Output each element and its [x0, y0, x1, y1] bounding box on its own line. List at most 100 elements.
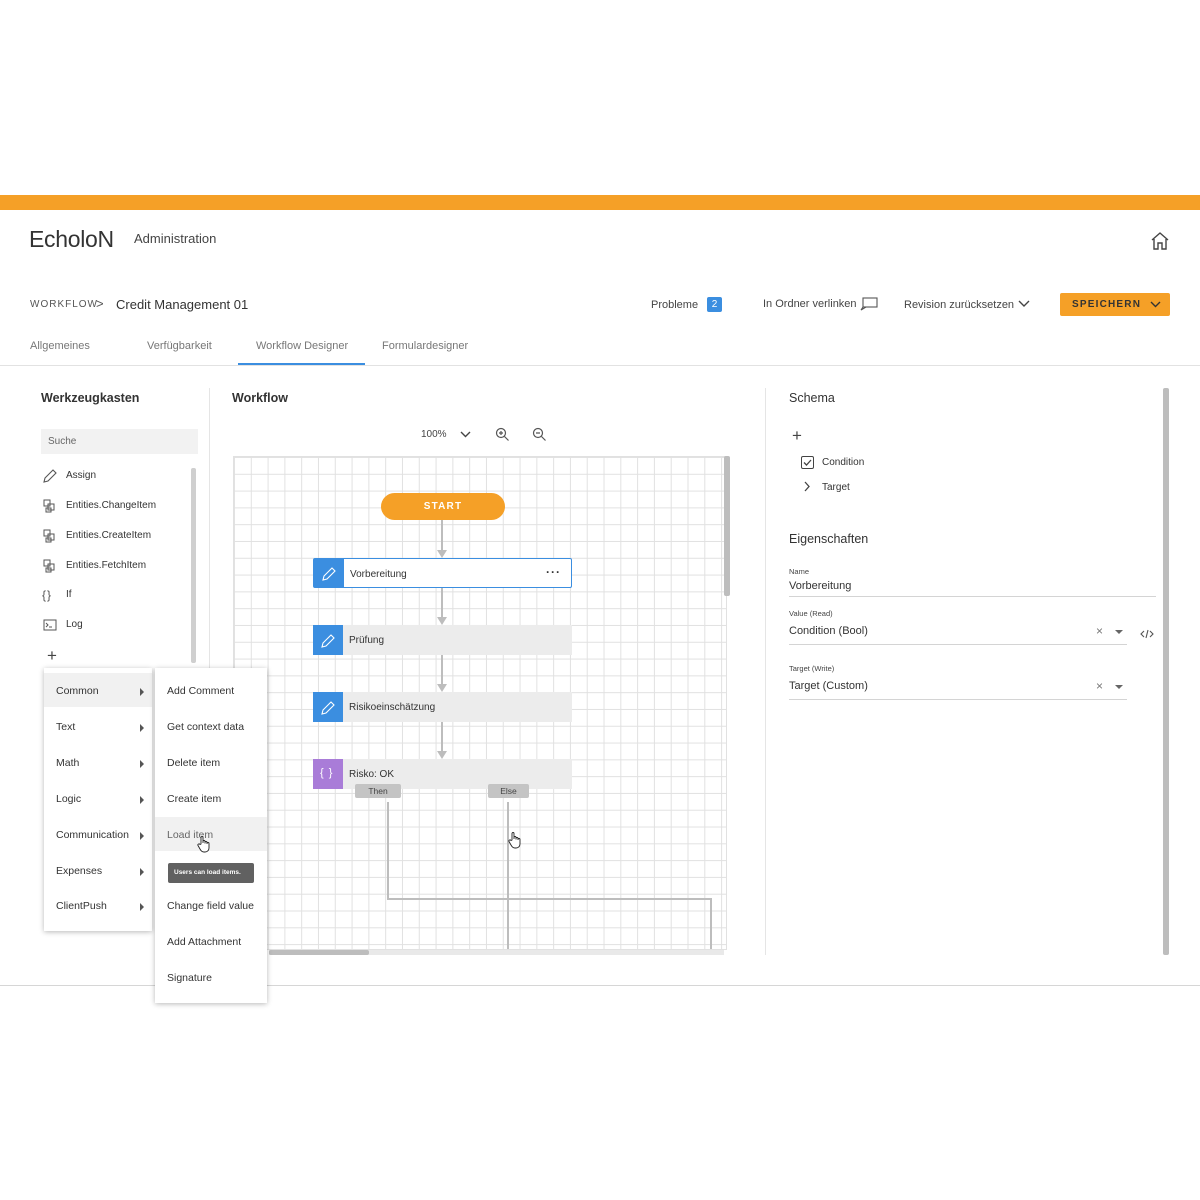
- tool-label: Log: [66, 619, 83, 630]
- checkbox-checked-icon[interactable]: [801, 456, 814, 469]
- revision-reset-button[interactable]: Revision zurücksetzen: [904, 299, 1014, 311]
- braces-icon: {}: [42, 588, 53, 602]
- home-icon[interactable]: [1150, 231, 1170, 251]
- value-field-underline: [789, 644, 1127, 645]
- submenu-add-attachment[interactable]: Add Attachment: [155, 924, 267, 958]
- more-options-icon[interactable]: ···: [546, 565, 561, 579]
- properties-title: Eigenschaften: [789, 532, 869, 546]
- properties-scrollbar[interactable]: [1163, 388, 1169, 955]
- pencil-icon: [314, 559, 344, 587]
- schema-title: Schema: [789, 391, 835, 405]
- menu-item-communication[interactable]: Communication: [44, 817, 152, 851]
- branch-else-tag[interactable]: Else: [488, 784, 529, 798]
- problems-link[interactable]: Probleme: [651, 299, 698, 311]
- app-subtitle: Administration: [134, 231, 217, 246]
- node-pruefung[interactable]: Prüfung: [313, 625, 572, 655]
- load-item-tooltip: Users can load items.: [168, 863, 254, 883]
- chevron-down-icon[interactable]: [1150, 300, 1161, 309]
- submenu-add-comment[interactable]: Add Comment: [155, 673, 267, 707]
- caret-right-icon: [140, 796, 144, 804]
- chevron-down-icon[interactable]: [1018, 299, 1030, 309]
- tool-label: Entities.ChangeItem: [66, 500, 157, 511]
- value-field-caption: Value (Read): [789, 609, 833, 618]
- add-schema-button[interactable]: +: [792, 426, 802, 446]
- node-risko-ok[interactable]: { } Risko: OK: [313, 759, 572, 789]
- chevron-down-icon[interactable]: [460, 430, 471, 439]
- schema-item-target[interactable]: Target: [822, 482, 850, 493]
- name-field-underline: [789, 596, 1156, 597]
- save-button[interactable]: SPEICHERN: [1060, 293, 1170, 316]
- workflow-canvas[interactable]: START Vorbereitung ··· Prüfung Risikoein…: [233, 456, 727, 950]
- menu-item-clientpush[interactable]: ClientPush: [44, 888, 152, 922]
- tool-entities-fetchitem[interactable]: Entities.FetchItem: [42, 557, 187, 575]
- start-node[interactable]: START: [381, 493, 505, 520]
- pencil-icon: [43, 469, 57, 483]
- menu-item-label: Logic: [56, 793, 82, 805]
- zoom-level[interactable]: 100%: [421, 429, 447, 440]
- save-button-label: SPEICHERN: [1072, 299, 1142, 310]
- tab-formulardesigner[interactable]: Formulardesigner: [382, 340, 468, 352]
- menu-item-label: Signature: [167, 972, 212, 984]
- search-placeholder: Suche: [48, 436, 77, 447]
- tooltip-text: Users can load items.: [174, 869, 241, 876]
- workflow-title: Workflow: [232, 391, 289, 405]
- breadcrumb-workflow[interactable]: WORKFLOW: [30, 299, 98, 310]
- target-field-caption: Target (Write): [789, 664, 835, 673]
- submenu-signature[interactable]: Signature: [155, 960, 267, 994]
- braces-icon: { }: [313, 759, 343, 789]
- tab-allgemeines[interactable]: Allgemeines: [30, 340, 90, 352]
- tool-assign[interactable]: Assign: [42, 467, 187, 485]
- link-folder-button[interactable]: In Ordner verlinken: [763, 298, 857, 310]
- menu-item-math[interactable]: Math: [44, 745, 152, 779]
- menu-item-logic[interactable]: Logic: [44, 781, 152, 815]
- tool-entities-changeitem[interactable]: Entities.ChangeItem: [42, 497, 187, 515]
- submenu-delete-item[interactable]: Delete item: [155, 745, 267, 779]
- canvas-horizontal-scrollbar[interactable]: [269, 950, 369, 955]
- clear-icon[interactable]: ×: [1096, 624, 1103, 638]
- zoom-out-icon[interactable]: [532, 427, 547, 442]
- chevron-right-icon[interactable]: [803, 481, 811, 492]
- menu-item-label: Math: [56, 757, 80, 769]
- app-window: EcholoN Administration WORKFLOW > Credit…: [0, 210, 1200, 1003]
- caret-down-icon[interactable]: [1115, 630, 1123, 634]
- node-risikoeinschaetzung[interactable]: Risikoeinschätzung: [313, 692, 572, 722]
- problems-count-badge[interactable]: 2: [707, 297, 722, 312]
- tool-entities-createitem[interactable]: Entities.CreateItem: [42, 527, 187, 545]
- menu-item-expenses[interactable]: Expenses: [44, 853, 152, 887]
- category-menu: Common Text Math Logic Communication Exp…: [44, 668, 152, 931]
- comment-icon[interactable]: [860, 297, 878, 311]
- zoom-in-icon[interactable]: [495, 427, 510, 442]
- tool-log[interactable]: Log: [42, 616, 187, 634]
- pencil-icon: [313, 625, 343, 655]
- submenu-change-field-value[interactable]: Change field value: [155, 888, 267, 922]
- tab-verfuegbarkeit[interactable]: Verfügbarkeit: [147, 340, 212, 352]
- node-label: Risikoeinschätzung: [349, 702, 436, 713]
- name-field[interactable]: Vorbereitung: [789, 580, 851, 592]
- clear-icon[interactable]: ×: [1096, 679, 1103, 693]
- toolbox-scrollbar[interactable]: [191, 468, 196, 663]
- hand-cursor-icon: [508, 832, 521, 849]
- caret-down-icon[interactable]: [1115, 685, 1123, 689]
- code-icon[interactable]: [1140, 628, 1154, 640]
- submenu-create-item[interactable]: Create item: [155, 781, 267, 815]
- value-read-select[interactable]: Condition (Bool): [789, 625, 868, 637]
- menu-item-common[interactable]: Common: [44, 673, 152, 707]
- node-vorbereitung[interactable]: Vorbereitung ···: [313, 558, 572, 588]
- add-tool-button[interactable]: +: [47, 646, 57, 666]
- caret-right-icon: [140, 832, 144, 840]
- branch-else-label: Else: [500, 786, 517, 796]
- tool-if[interactable]: {} If: [42, 586, 187, 604]
- target-write-select[interactable]: Target (Custom): [789, 680, 868, 692]
- submenu-get-context-data[interactable]: Get context data: [155, 709, 267, 743]
- submenu-load-item[interactable]: Load item: [155, 817, 267, 851]
- menu-item-label: Add Comment: [167, 685, 235, 697]
- schema-item-condition[interactable]: Condition: [822, 457, 864, 468]
- branch-then-tag[interactable]: Then: [355, 784, 401, 798]
- canvas-vertical-scrollbar[interactable]: [724, 456, 730, 596]
- toolbox-search-input[interactable]: Suche: [41, 429, 198, 454]
- menu-item-label: Add Attachment: [167, 936, 242, 948]
- menu-item-label: Text: [56, 721, 76, 733]
- entity-icon: [43, 529, 55, 543]
- tab-workflow-designer[interactable]: Workflow Designer: [256, 340, 348, 352]
- menu-item-text[interactable]: Text: [44, 709, 152, 743]
